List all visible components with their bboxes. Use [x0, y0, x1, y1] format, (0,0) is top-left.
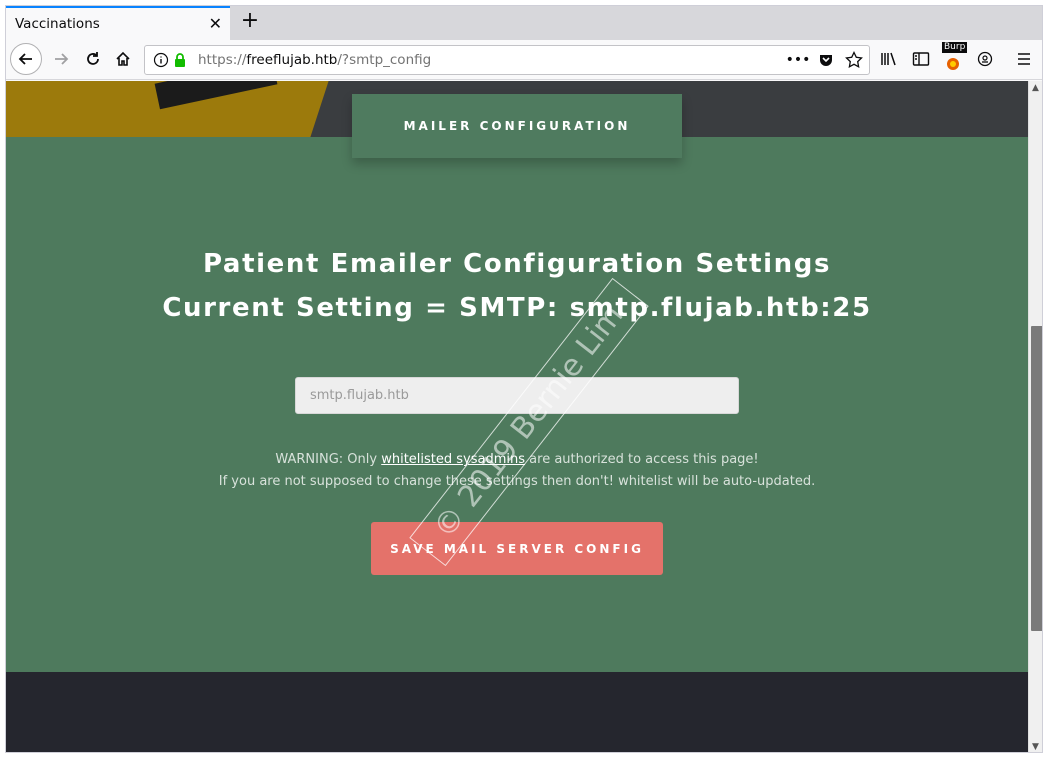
- more-horizontal-icon[interactable]: •••: [786, 49, 811, 71]
- url-bar[interactable]: https://freeflujab.htb/?smtp_config •••: [144, 45, 870, 75]
- navigation-toolbar: https://freeflujab.htb/?smtp_config ••• …: [6, 40, 1042, 80]
- toolbar-icons: Burp: [878, 42, 996, 74]
- reload-icon: [87, 52, 99, 65]
- warning-line-2: If you are not supposed to change these …: [218, 474, 816, 489]
- home-button[interactable]: [108, 44, 138, 74]
- url-path: /?smtp_config: [337, 52, 432, 68]
- vertical-scrollbar[interactable]: ▲ ▼: [1028, 81, 1042, 752]
- close-icon[interactable]: ✕: [209, 14, 222, 33]
- burp-extension-icon[interactable]: Burp: [942, 42, 968, 74]
- whitelisted-sysadmins-link[interactable]: whitelisted sysadmins: [381, 452, 525, 467]
- url-prefix: https://: [198, 52, 247, 68]
- arrow-right-icon: [55, 53, 69, 65]
- page-title: Patient Emailer Configuration Settings: [202, 249, 832, 279]
- scroll-down-icon[interactable]: ▼: [1032, 742, 1039, 752]
- tab-strip: Vaccinations ✕ +: [6, 6, 1042, 40]
- arrow-left-icon: [18, 53, 32, 65]
- mailer-config-tab-label: MAILER CONFIGURATION: [403, 119, 631, 133]
- plus-icon[interactable]: +: [238, 9, 262, 33]
- browser-window: Vaccinations ✕ + https://freeflujab.htb/…: [5, 5, 1043, 753]
- url-actions: •••: [786, 49, 865, 71]
- scrollbar-thumb[interactable]: [1031, 326, 1042, 631]
- save-mail-server-config-button[interactable]: SAVE MAIL SERVER CONFIG: [371, 522, 663, 575]
- reload-button[interactable]: [78, 44, 108, 74]
- info-icon[interactable]: [153, 52, 169, 68]
- burp-badge: Burp: [942, 42, 968, 53]
- tab-vaccinations[interactable]: Vaccinations ✕: [6, 6, 230, 40]
- forward-button[interactable]: [46, 44, 76, 74]
- tab-title: Vaccinations: [15, 16, 100, 32]
- back-button[interactable]: [10, 43, 42, 75]
- home-icon: [116, 51, 130, 66]
- current-setting-heading: Current Setting = SMTP: smtp.flujab.htb:…: [162, 293, 872, 323]
- mailer-config-tab: MAILER CONFIGURATION: [352, 94, 682, 158]
- page-footer: [6, 672, 1028, 752]
- warning-suffix: are authorized to access this page!: [525, 452, 759, 467]
- page-viewport: MAILER CONFIGURATION Patient Emailer Con…: [6, 81, 1028, 752]
- hamburger-menu-icon: [1018, 53, 1030, 65]
- pocket-icon[interactable]: [815, 49, 837, 71]
- smtp-server-input[interactable]: [295, 377, 739, 414]
- lock-icon[interactable]: [173, 52, 187, 68]
- scroll-up-icon[interactable]: ▲: [1032, 83, 1039, 93]
- url-text[interactable]: https://freeflujab.htb/?smtp_config: [198, 52, 431, 68]
- url-host: freeflujab.htb: [246, 52, 338, 68]
- menu-button[interactable]: [1012, 44, 1036, 74]
- star-icon[interactable]: [843, 49, 865, 71]
- extension-icon[interactable]: [974, 44, 996, 74]
- sidebar-icon[interactable]: [910, 44, 932, 74]
- warning-line-1: WARNING: Only whitelisted sysadmins are …: [6, 452, 1028, 467]
- library-icon[interactable]: [878, 44, 900, 74]
- warning-prefix: WARNING: Only: [275, 452, 382, 467]
